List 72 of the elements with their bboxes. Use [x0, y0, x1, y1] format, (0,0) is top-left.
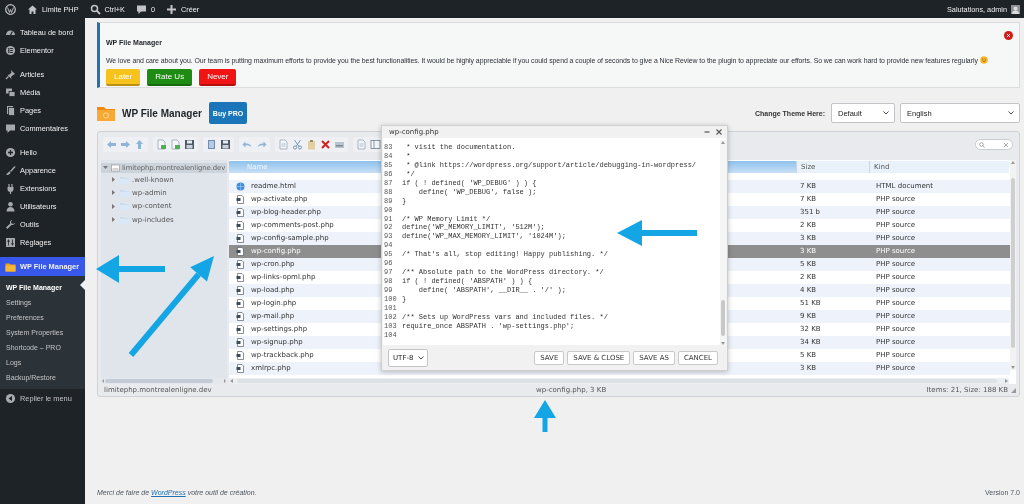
smiley-icon [979, 56, 988, 64]
file-icon [236, 363, 245, 373]
file-icon [236, 233, 245, 243]
avatar-icon [1011, 4, 1020, 14]
save-icon[interactable] [183, 138, 196, 152]
scissors-icon[interactable] [291, 138, 304, 152]
clear-icon [1003, 141, 1009, 148]
clipboard-icon[interactable] [305, 138, 318, 152]
file-icon [236, 298, 245, 308]
expand-arrow-icon[interactable] [111, 217, 116, 223]
file-icon [236, 285, 245, 295]
drive-icon [111, 163, 120, 172]
brush-icon [5, 164, 16, 176]
minimize-icon[interactable] [704, 129, 710, 135]
media-icon [5, 86, 16, 98]
file-icon [236, 272, 245, 282]
pin-icon [5, 68, 16, 80]
file-icon [236, 207, 245, 217]
wrench-icon [5, 218, 16, 230]
folder-icon [120, 175, 129, 184]
file-icon [236, 220, 245, 230]
circle-plus-icon [5, 146, 16, 158]
collapse-icon [5, 392, 16, 404]
plug-icon [5, 182, 16, 194]
user-icon [5, 200, 16, 212]
file-icon [236, 194, 245, 204]
annotation-arrow [534, 400, 556, 432]
chevron-down-icon [418, 355, 424, 360]
expand-arrow-icon[interactable] [111, 190, 116, 196]
globe-icon [236, 181, 245, 191]
columns-icon[interactable] [369, 138, 382, 152]
comment-icon [5, 122, 16, 134]
file-icon [236, 324, 245, 334]
chevron-down-icon [1008, 111, 1014, 115]
expand-arrow-icon[interactable] [103, 165, 108, 171]
close-icon[interactable] [1004, 31, 1013, 40]
search-icon [979, 141, 985, 148]
document-icon[interactable] [355, 138, 368, 152]
page-title: WP File Manager [122, 107, 202, 119]
folder-icon [5, 261, 16, 272]
wordpress-logo-icon[interactable] [5, 3, 16, 15]
close-icon[interactable] [716, 129, 722, 135]
save-icon[interactable] [219, 138, 232, 152]
document-icon[interactable] [155, 138, 168, 152]
home-icon [27, 3, 38, 15]
notice-button[interactable]: Never [199, 69, 237, 86]
plus-icon [166, 3, 178, 15]
code-editor[interactable] [383, 138, 726, 345]
comment-icon [136, 3, 147, 15]
document-icon[interactable] [169, 138, 182, 152]
folder-icon [120, 202, 129, 211]
arrow-up-icon[interactable] [133, 138, 146, 152]
file-icon [236, 350, 245, 360]
file-icon [236, 246, 245, 256]
chevron-down-icon [883, 111, 889, 115]
expand-arrow-icon[interactable] [111, 203, 116, 209]
elementor-icon [5, 44, 16, 56]
pages-icon [5, 104, 16, 116]
expand-arrow-icon[interactable] [111, 177, 116, 183]
search-field[interactable] [975, 139, 1013, 151]
document-icon[interactable] [277, 138, 290, 152]
file-icon [236, 259, 245, 269]
folder-icon [120, 215, 129, 224]
notice-button[interactable]: Rate Us [147, 69, 193, 86]
search-icon [89, 3, 101, 15]
file-icon [236, 337, 245, 347]
file-icon [236, 311, 245, 321]
folder-icon [120, 189, 129, 197]
resize-grip-icon [1011, 387, 1016, 393]
book-icon[interactable] [205, 138, 218, 152]
folder-logo-icon [97, 105, 115, 121]
sliders-icon [5, 236, 16, 248]
